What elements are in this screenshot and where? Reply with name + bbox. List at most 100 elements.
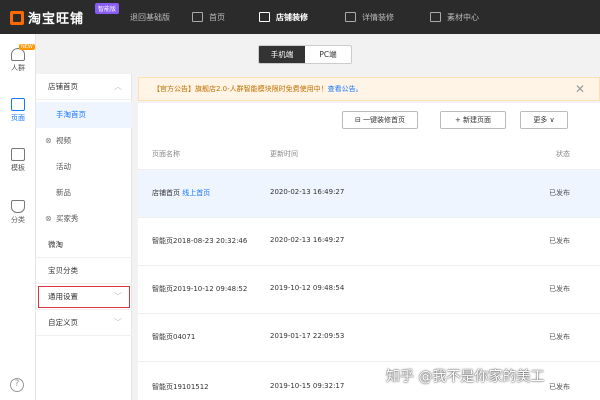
decorate-icon: ⊟	[354, 116, 364, 124]
nav-material-center-label: 素材中心	[447, 12, 479, 22]
nav-material-center[interactable]: 素材中心	[430, 0, 479, 34]
page-name: 智能页2019-10-12 09:48:52	[152, 285, 248, 293]
menu-item-label: 活动	[56, 162, 71, 171]
rail-item-templates-label: 模板	[11, 164, 25, 172]
back-to-basic-label: 退回基础版	[130, 12, 170, 22]
one-click-decorate-button[interactable]: ⊟ 一键装修首页	[342, 111, 418, 129]
template-icon	[11, 148, 25, 161]
category-icon	[11, 200, 25, 213]
side-menu: 店铺首页 ︿ 手淘首页 ⊗ 视频 活动 新品 ⊗ 买家秀 微淘 宝贝分类 通用设…	[36, 74, 132, 400]
home-icon	[192, 12, 203, 22]
menu-item-label: 买家秀	[56, 214, 79, 223]
menu-item-item-category[interactable]: 宝贝分类	[36, 258, 132, 284]
tab-pc[interactable]: PC端	[305, 46, 351, 63]
menu-item-general-settings[interactable]: 通用设置 ﹀	[36, 284, 132, 310]
table-row[interactable]: 智能页04071 2019-01-17 22:09:53 已发布	[138, 313, 600, 361]
page-name-cell: 店铺首页 线上首页	[152, 188, 210, 198]
table-row[interactable]: 智能页2018-08-23 20:32:46 2020-02-13 16:49:…	[138, 217, 600, 265]
new-page-button[interactable]: + 新建页面	[440, 111, 506, 129]
table-row[interactable]: 店铺首页 线上首页 2020-02-13 16:49:27 已发布	[138, 169, 600, 217]
update-time: 2019-01-17 22:09:53	[270, 332, 345, 340]
logo-text: 淘宝旺铺	[28, 12, 85, 27]
nav-detail-decoration-label: 详情装修	[362, 12, 394, 22]
menu-item-label: 店铺首页	[48, 82, 78, 91]
logo[interactable]: 淘宝旺铺	[10, 8, 84, 27]
page-name: 智能页19101512	[152, 383, 209, 391]
page-name: 智能页04071	[152, 333, 196, 341]
menu-item-mobile-home[interactable]: 手淘首页	[36, 102, 132, 128]
status-badge: 已发布	[549, 237, 570, 245]
update-time: 2019-10-15 09:32:17	[270, 382, 345, 390]
chevron-down-icon: ﹀	[114, 292, 122, 301]
announcement-bar: 【官方公告】旗舰店2.0-人群智能模块限时免费使用中！查看公告。 ✕	[138, 77, 600, 101]
page-icon	[11, 98, 25, 111]
more-label: 更多	[533, 116, 548, 124]
menu-item-label: 新品	[56, 188, 71, 197]
nav-detail-decoration[interactable]: 详情装修	[345, 0, 394, 34]
nav-home-label: 首页	[209, 12, 225, 22]
device-toggle: 手机端 PC端	[258, 45, 352, 64]
menu-item-video[interactable]: ⊗ 视频	[36, 128, 132, 154]
nav-shop-decoration[interactable]: 店铺装修	[259, 0, 308, 34]
rail-item-crowd[interactable]: NEW 人群	[0, 44, 36, 73]
rail-item-category-label: 分类	[11, 216, 25, 224]
update-time: 2020-02-13 16:49:27	[270, 236, 345, 244]
top-bar: 淘宝旺铺 智能版 退回基础版 首页 店铺装修 详情装修 素材中心	[0, 0, 600, 34]
table-row[interactable]: 智能页2019-10-12 09:48:52 2019-10-12 09:48:…	[138, 265, 600, 313]
page-name: 店铺首页	[152, 189, 180, 197]
back-to-basic-link[interactable]: 退回基础版	[130, 0, 170, 34]
update-time: 2020-02-13 16:49:27	[270, 188, 345, 196]
folder-icon	[430, 12, 441, 22]
close-icon[interactable]: ✕	[575, 78, 585, 100]
page-name: 智能页2018-08-23 20:32:46	[152, 237, 248, 245]
video-icon: ⊗	[45, 136, 52, 145]
menu-item-label: 微淘	[48, 240, 63, 249]
rail-item-templates[interactable]: 模板	[0, 148, 36, 173]
menu-item-label: 自定义页	[48, 318, 78, 327]
help-icon[interactable]: ?	[10, 378, 24, 392]
menu-item-weitao[interactable]: 微淘	[36, 232, 132, 258]
store-icon	[259, 12, 270, 22]
chevron-up-icon: ︿	[114, 82, 122, 91]
rail-item-category[interactable]: 分类	[0, 200, 36, 225]
update-time: 2019-10-12 09:48:54	[270, 284, 345, 292]
version-badge: 智能版	[95, 3, 120, 14]
rail-item-crowd-label: 人群	[11, 64, 25, 72]
more-dropdown[interactable]: 更多 ∨	[520, 111, 568, 129]
nav-shop-decoration-label: 店铺装修	[276, 12, 308, 22]
header-status: 状态	[556, 150, 570, 158]
rail-item-pages[interactable]: 页面	[0, 98, 36, 123]
announcement-text: 【官方公告】旗舰店2.0-人群智能模块限时免费使用中！	[153, 85, 328, 93]
status-badge: 已发布	[549, 189, 570, 197]
chevron-down-icon: ﹀	[114, 318, 122, 327]
watermark: 知乎 @我不是你家的美工	[386, 369, 545, 385]
menu-item-buyer-show[interactable]: ⊗ 买家秀	[36, 206, 132, 232]
nav-home[interactable]: 首页	[192, 0, 225, 34]
menu-item-new-products[interactable]: 新品	[36, 180, 132, 206]
tab-mobile[interactable]: 手机端	[259, 46, 305, 63]
menu-item-label: 宝贝分类	[48, 266, 78, 275]
new-badge: NEW	[19, 44, 35, 50]
status-badge: 已发布	[549, 285, 570, 293]
one-click-decorate-label: 一键装修首页	[363, 116, 406, 124]
announcement-link[interactable]: 查看公告。	[328, 85, 363, 93]
page-list-panel: ⊟ 一键装修首页 + 新建页面 更多 ∨ 页面名称 更新时间 状态 店铺首页 线…	[138, 103, 600, 400]
document-icon	[345, 12, 356, 22]
menu-item-activity[interactable]: 活动	[36, 154, 132, 180]
menu-item-custom-page[interactable]: 自定义页 ﹀	[36, 310, 132, 336]
shop-logo-icon	[10, 10, 24, 25]
buyer-show-icon: ⊗	[45, 214, 52, 223]
chevron-down-icon: ∨	[549, 116, 555, 124]
status-badge: 已发布	[549, 333, 570, 341]
menu-item-shop-home[interactable]: 店铺首页 ︿	[36, 74, 132, 100]
header-update-time: 更新时间	[270, 150, 298, 158]
icon-rail: NEW 人群 页面 模板 分类 ?	[0, 34, 36, 400]
rail-item-pages-label: 页面	[11, 114, 25, 122]
menu-item-label: 视频	[56, 136, 71, 145]
status-badge: 已发布	[549, 383, 570, 391]
online-home-tag[interactable]: 线上首页	[182, 189, 210, 197]
header-page-name: 页面名称	[152, 150, 180, 158]
menu-item-label: 手淘首页	[56, 110, 86, 119]
menu-item-label: 通用设置	[48, 292, 78, 301]
table-header: 页面名称 更新时间 状态	[138, 141, 600, 171]
